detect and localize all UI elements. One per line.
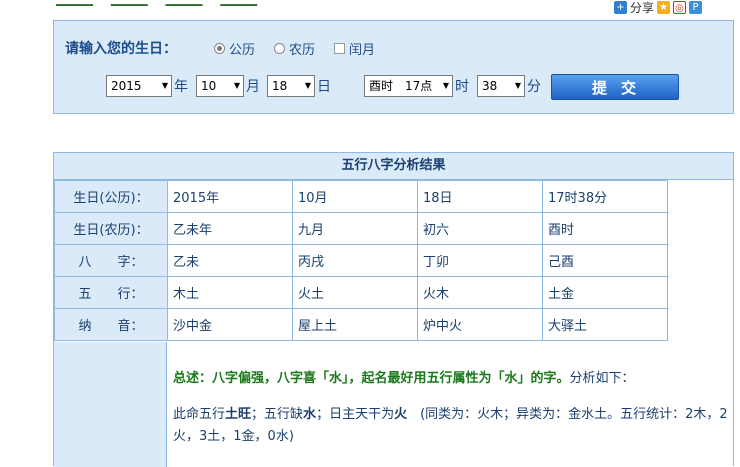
table-cell: 火土 (292, 276, 418, 309)
table-row: 生日(农历)： 乙未年 九月 初六 酉时 (54, 212, 668, 245)
result-title: 五行八字分析结果 (54, 153, 733, 180)
analysis-part: 火 (394, 407, 408, 422)
month-select[interactable]: 10 ▼ (196, 75, 244, 97)
top-link[interactable]: ▁▁▁▁ (220, 0, 257, 6)
day-select[interactable]: 18 ▼ (267, 75, 315, 97)
row-label: 五 行： (54, 276, 168, 309)
leap-month-label: 闰月 (349, 43, 376, 58)
table-row: 生日(公历)： 2015年 10月 18日 17时38分 (54, 180, 668, 213)
top-link[interactable]: ▁▁▁▁ (166, 0, 203, 6)
checkbox-leap-month[interactable]: 闰月 (334, 39, 375, 58)
share-bar: + 分享 ★ ◎ P (614, 0, 703, 16)
day-unit: 日 (317, 79, 331, 95)
table-cell: 酉时 (542, 212, 668, 245)
summary: 总述：八字偏强，八字喜「水」，起名最好用五行属性为「水」的字。分析如下： 此命五… (173, 368, 733, 448)
radio-unchecked-icon[interactable] (274, 43, 285, 54)
table-cell: 丙戌 (292, 244, 418, 277)
table-cell: 火木 (417, 276, 543, 309)
top-links: ▁▁▁▁ ▁▁▁▁ ▁▁▁▁ ▁▁▁▁ (56, 0, 271, 6)
hour-unit: 时 (455, 79, 469, 95)
chevron-down-icon: ▼ (304, 81, 311, 90)
analysis-part: 土旺 (225, 407, 252, 422)
qzone-star-icon[interactable]: ★ (657, 0, 671, 14)
year-select[interactable]: 2015 ▼ (106, 75, 172, 97)
table-cell: 土金 (542, 276, 668, 309)
top-bar: ▁▁▁▁ ▁▁▁▁ ▁▁▁▁ ▁▁▁▁ + 分享 ★ ◎ P (0, 0, 740, 16)
chevron-down-icon: ▼ (161, 81, 168, 90)
radio-checked-icon[interactable] (214, 43, 225, 54)
submit-button[interactable]: 提交 (551, 74, 679, 100)
row-label: 生日(农历)： (54, 212, 168, 245)
analysis-part: ；日主天干为 (316, 407, 395, 422)
hour-select[interactable]: 酉时 17点 ▼ (364, 75, 453, 97)
year-unit: 年 (174, 79, 188, 95)
weibo-icon[interactable]: ◎ (673, 0, 687, 14)
chevron-down-icon: ▼ (442, 81, 449, 90)
radio-lunar-label: 农历 (289, 43, 316, 58)
hour-value: 酉时 17点 (369, 79, 433, 93)
table-row: 八 字： 乙未 丙戌 丁卯 己酉 (54, 244, 668, 277)
table-cell: 屋上土 (292, 308, 418, 341)
table-cell: 己酉 (542, 244, 668, 277)
table-cell: 大驿土 (542, 308, 668, 341)
top-link[interactable]: ▁▁▁▁ (111, 0, 148, 6)
table-cell: 九月 (292, 212, 418, 245)
table-row: 五 行： 木土 火土 火木 土金 (54, 276, 668, 309)
table-row: 纳 音： 沙中金 屋上土 炉中火 大驿土 (54, 308, 668, 341)
year-value: 2015 (111, 79, 142, 93)
summary-bold: 总述：八字偏强，八字喜「水」，起名最好用五行属性为「水」的字。 (173, 371, 570, 386)
table-cell: 2015年 (167, 180, 293, 213)
table-cell: 乙未年 (167, 212, 293, 245)
analysis-part: 水 (303, 407, 317, 422)
row-label: 八 字： (54, 244, 168, 277)
minute-unit: 分 (527, 79, 541, 95)
chevron-down-icon: ▼ (233, 81, 240, 90)
month-value: 10 (201, 79, 217, 93)
birthday-form: 请输入您的生日： 公历 农历 闰月 2015 ▼ 年 10 ▼ 月 18 ▼ 日 酉时… (53, 20, 734, 114)
table-cell: 17时38分 (542, 180, 668, 213)
table-cell: 木土 (167, 276, 293, 309)
table-cell: 乙未 (167, 244, 293, 277)
day-value: 18 (272, 79, 288, 93)
analysis-text: 此命五行土旺；五行缺水；日主天干为火 (同类为：火木；异类为：金水土。五行统计：… (173, 404, 733, 448)
summary-line: 总述：八字偏强，八字喜「水」，起名最好用五行属性为「水」的字。分析如下： (173, 368, 733, 390)
table-cell: 丁卯 (417, 244, 543, 277)
radio-gregorian[interactable]: 公历 (214, 39, 255, 58)
pengyou-icon[interactable]: P (689, 0, 703, 14)
analysis-part: 此命五行 (173, 407, 226, 422)
table-cell: 炉中火 (417, 308, 543, 341)
month-unit: 月 (246, 79, 260, 95)
radio-gregorian-label: 公历 (229, 43, 256, 58)
summary-label-cell (54, 342, 167, 467)
minute-value: 38 (482, 79, 498, 93)
summary-tail: 分析如下： (569, 371, 635, 386)
row-label: 纳 音： (54, 308, 168, 341)
table-cell: 18日 (417, 180, 543, 213)
checkbox-icon[interactable] (334, 43, 345, 54)
minute-select[interactable]: 38 ▼ (477, 75, 525, 97)
radio-lunar[interactable]: 农历 (274, 39, 315, 58)
share-label[interactable]: 分享 (630, 0, 654, 16)
top-link[interactable]: ▁▁▁▁ (56, 0, 93, 6)
analysis-part: ；五行缺 (251, 407, 304, 422)
row-label: 生日(公历)： (54, 180, 168, 213)
table-cell: 10月 (292, 180, 418, 213)
plus-icon[interactable]: + (614, 0, 627, 14)
form-prompt: 请输入您的生日： (65, 41, 177, 57)
result-table: 生日(公历)： 2015年 10月 18日 17时38分 生日(农历)： 乙未年 九月 初六 酉时… (54, 180, 668, 341)
result-panel: 五行八字分析结果 生日(公历)： 2015年 10月 18日 17时38分 生日(农历)：… (53, 152, 734, 467)
chevron-down-icon: ▼ (514, 81, 521, 90)
table-cell: 初六 (417, 212, 543, 245)
table-cell: 沙中金 (167, 308, 293, 341)
